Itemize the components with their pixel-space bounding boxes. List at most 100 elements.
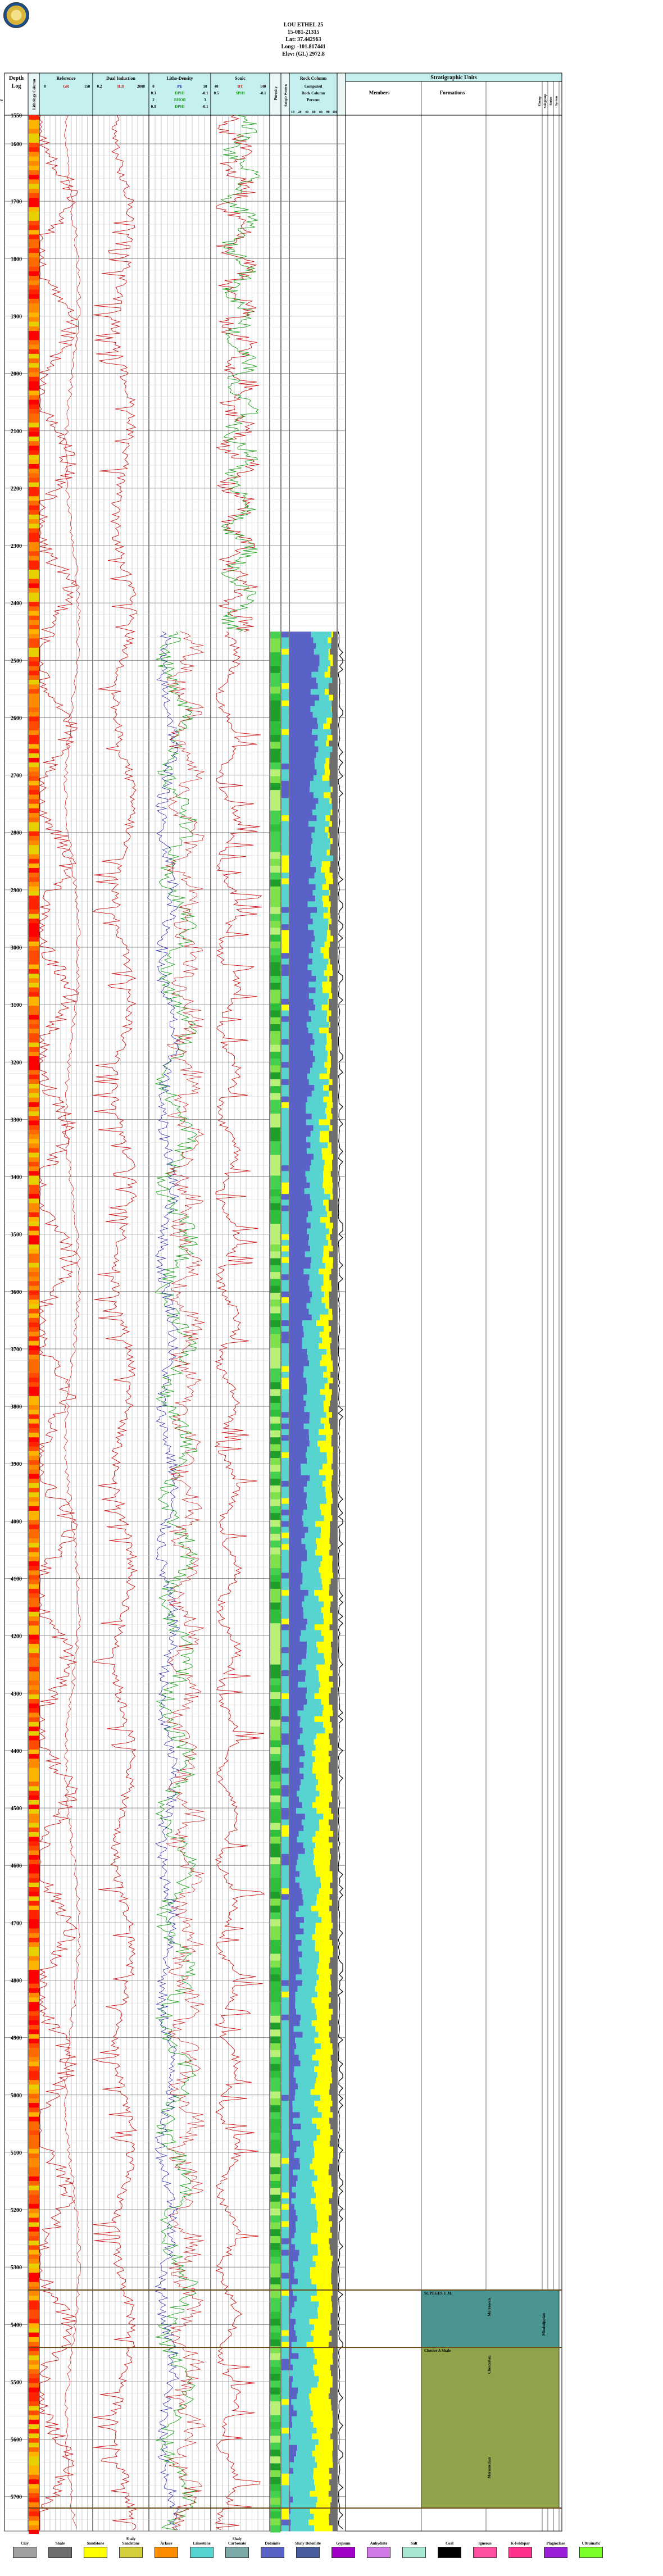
rock-cell-3970-2	[320, 1503, 332, 1510]
rock-cell-3210-2	[326, 1067, 330, 1074]
porosity-cell-4502	[270, 1809, 280, 1816]
rock-cell-4260-2	[318, 1670, 333, 1677]
rock-cell-3570-0	[289, 1274, 310, 1280]
rock-cell-3790-2	[323, 1400, 330, 1407]
lith-strip-cell-3974	[29, 1506, 39, 1511]
rock-cell-4190-1	[301, 1630, 321, 1637]
rock-cell-4300-0	[289, 1693, 306, 1700]
porosity-cell-3986	[270, 1513, 280, 1520]
rock-cell-3000-1	[313, 947, 321, 953]
rock-cell-4190-0	[289, 1630, 301, 1637]
porosity-cell-3002	[270, 948, 280, 956]
rock-cell-3500-3	[330, 1234, 337, 1241]
sample-cell-4700	[281, 1923, 289, 1929]
porosity-cell-4586	[270, 1857, 280, 1865]
rock-cell-4330-0	[289, 1710, 298, 1717]
sample-cell-4620	[281, 1877, 289, 1883]
rock-cell-4050-2	[315, 1550, 330, 1556]
rock-cell-3760-3	[329, 1383, 337, 1389]
sample-cell-3770	[281, 1389, 289, 1396]
strat-extra-col-4: Era	[0, 99, 3, 102]
rock-cell-5610-0	[289, 2445, 298, 2451]
rock-cell-5470-3	[330, 2364, 337, 2371]
lith-strip-cell-3638	[29, 1313, 39, 1319]
rock-cell-5650-2	[314, 2468, 330, 2474]
porosity-cell-3218	[270, 1072, 280, 1080]
rock-cell-3710-0	[289, 1355, 308, 1361]
rock-cell-3500-2	[326, 1234, 330, 1241]
lith-strip-cell-4574	[29, 1850, 39, 1856]
sample-cell-4610	[281, 1871, 289, 1878]
rock-cell-4360-3	[332, 1728, 337, 1734]
lith-strip-cell-3006	[29, 951, 39, 956]
lith-strip-cell-4206	[29, 1639, 39, 1644]
lith-strip-cell-4806	[29, 1983, 39, 1989]
rock-cell-3800-3	[329, 1406, 337, 1412]
sample-cell-2610	[281, 723, 289, 730]
lith-strip-cell-4694	[29, 1919, 39, 1924]
rock-cell-5310-2	[310, 2273, 332, 2279]
rock-cell-4520-3	[328, 1819, 337, 1826]
sample-cell-3810	[281, 1412, 289, 1419]
rock-cell-4430-2	[312, 1768, 329, 1774]
porosity-cell-4334	[270, 1712, 280, 1720]
rock-cell-2780-1	[308, 821, 330, 828]
lith-strip-cell-5502	[29, 2383, 39, 2388]
rock-cell-4380-0	[289, 1739, 298, 1746]
rock-cell-4640-2	[319, 1888, 333, 1894]
rock-cell-3820-0	[289, 1418, 310, 1424]
rock-cell-4470-2	[319, 1791, 332, 1797]
rock-cell-4670-3	[329, 1905, 337, 1912]
rock-cell-4520-0	[289, 1819, 302, 1826]
rock-cell-2600-3	[332, 717, 337, 724]
porosity-cell-2930	[270, 907, 280, 915]
sample-cell-3000	[281, 947, 289, 953]
rock-cell-5190-3	[331, 2204, 337, 2210]
rock-cell-3710-1	[307, 1355, 322, 1361]
rock-cell-2890-3	[329, 884, 337, 891]
porosity-cell-4094	[270, 1575, 280, 1583]
lith-strip-cell-3438	[29, 1198, 39, 1204]
porosity-cell-4802	[270, 1981, 280, 1989]
lith-strip-cell-4678	[29, 1910, 39, 1915]
sample-cell-4500	[281, 1808, 289, 1814]
rock-cell-4640-3	[332, 1888, 337, 1894]
lith-strip-cell-1550	[29, 115, 39, 120]
rock-cell-4050-0	[289, 1550, 307, 1556]
rock-cell-4700-3	[333, 1923, 337, 1929]
sample-cell-5090	[281, 2146, 289, 2153]
rock-cell-2890-2	[322, 884, 329, 891]
porosity-cell-5510	[270, 2387, 280, 2395]
lith-strip-cell-3614	[29, 1300, 39, 1305]
lith-strip-cell-5270	[29, 2250, 39, 2255]
lith-strip-cell-2222	[29, 501, 39, 506]
rock-cell-4240-3	[332, 1659, 337, 1665]
sonic-scale-curve-1: SPHI	[235, 91, 245, 96]
lith-strip-cell-4830	[29, 1997, 39, 2002]
sample-cell-3270	[281, 1102, 289, 1108]
rock-cell-5270-2	[317, 2250, 331, 2256]
lith-strip-cell-3710	[29, 1355, 39, 1360]
rock-cell-5640-0	[289, 2462, 290, 2469]
depth-label-5100: 5100	[11, 2150, 22, 2156]
rock-cell-4600-0	[289, 1865, 296, 1871]
rock-cell-5520-2	[308, 2393, 329, 2400]
rock-cell-3180-3	[330, 1050, 337, 1057]
sample-cell-4150	[281, 1607, 289, 1614]
rock-cell-4670-2	[311, 1905, 330, 1912]
rock-cell-4640-1	[301, 1888, 319, 1894]
rock-cell-3530-0	[289, 1251, 305, 1258]
rock-cell-5710-0	[289, 2502, 290, 2509]
rock-cell-2460-0	[289, 637, 314, 644]
porosity-cell-4526	[270, 1823, 280, 1830]
sample-cell-4310	[281, 1699, 289, 1705]
rock-cell-3000-3	[329, 947, 337, 953]
rock-cell-3050-3	[329, 976, 337, 982]
rock-cell-3000-0	[289, 947, 314, 953]
dphi-curve	[154, 631, 199, 2530]
rock-cell-5010-3	[332, 2100, 337, 2107]
lith-strip-cell-3222	[29, 1074, 39, 1080]
lith-strip-cell-4486	[29, 1800, 39, 1805]
rock-cell-5250-2	[311, 2238, 329, 2245]
rock-cell-2970-1	[314, 930, 328, 937]
